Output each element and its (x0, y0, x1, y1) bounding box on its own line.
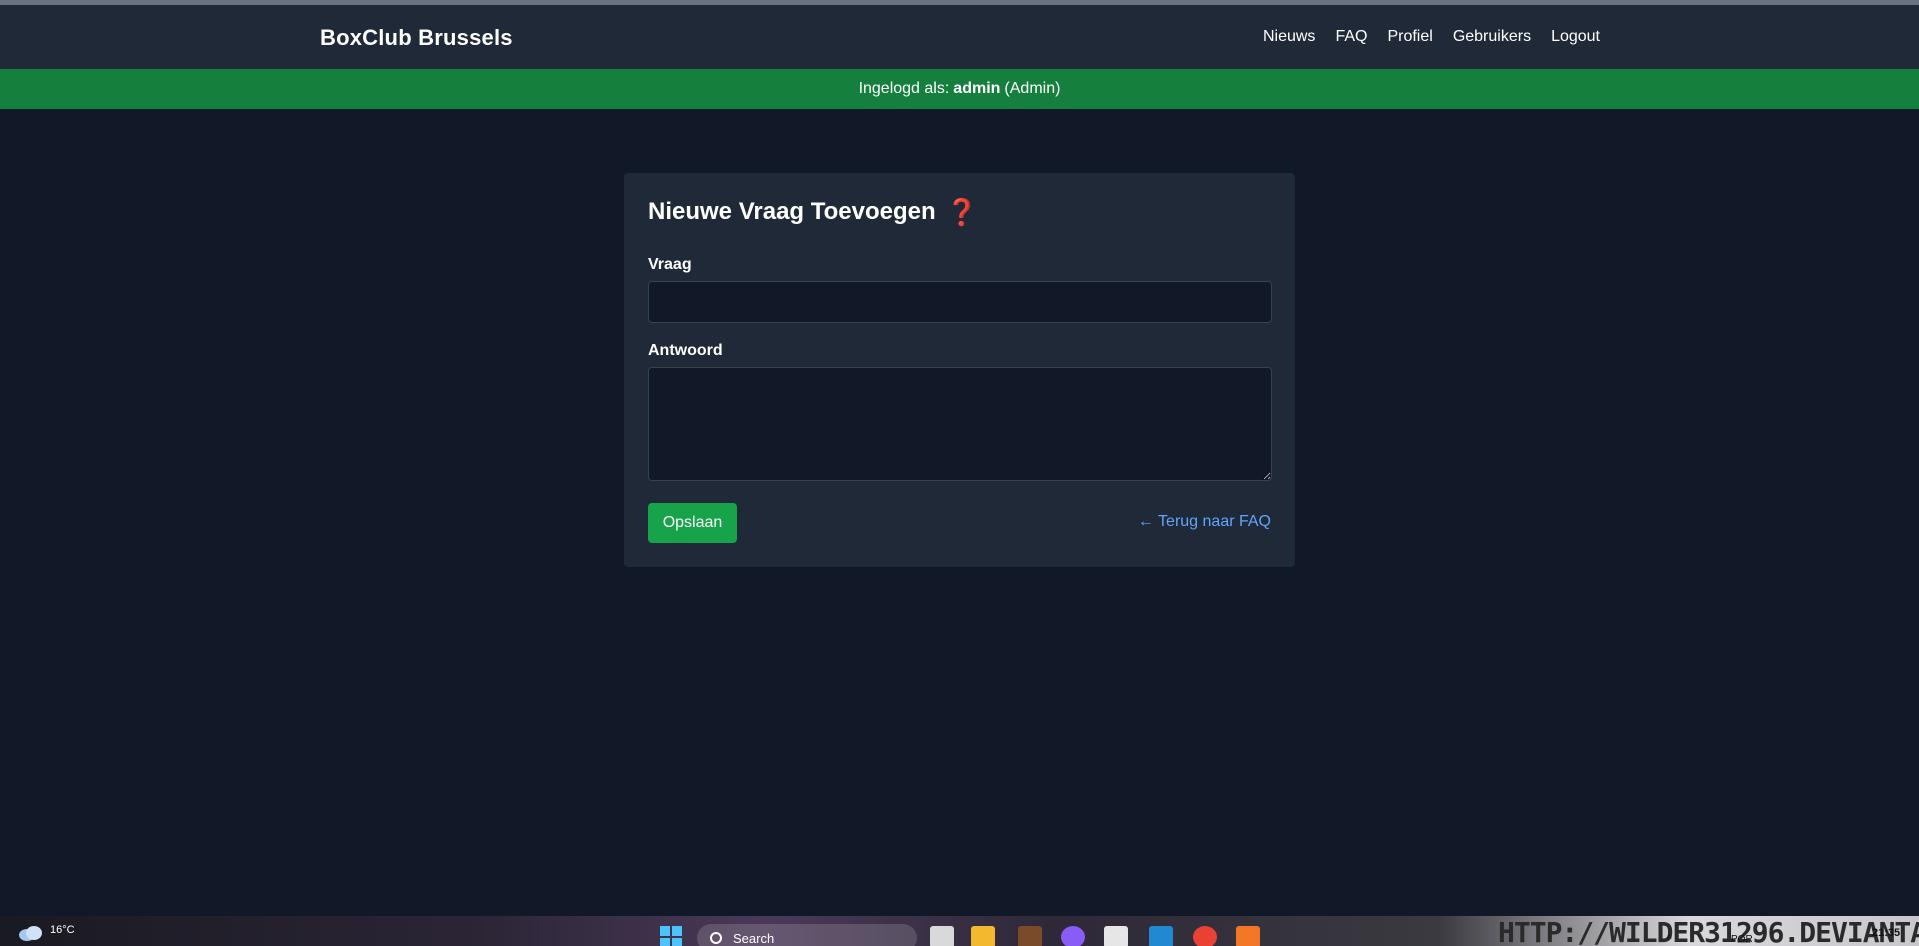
new-question-card: Nieuwe Vraag Toevoegen ❓ Vraag Antwoord … (624, 173, 1295, 567)
system-clock[interactable]: 21:35 (1872, 927, 1900, 939)
question-mark-icon: ❓ (945, 197, 979, 227)
nav-links: Nieuws FAQ Profiel Gebruikers Logout (1263, 28, 1600, 46)
nav-link-gebruikers[interactable]: Gebruikers (1453, 28, 1531, 46)
cloud-icon[interactable] (18, 924, 44, 942)
login-status-banner: Ingelogd als: admin (Admin) (0, 69, 1919, 109)
taskbar-search[interactable]: Search (697, 924, 917, 946)
question-input[interactable] (648, 281, 1272, 323)
back-to-faq-link[interactable]: ← Terug naar FAQ (1138, 513, 1271, 531)
nav-link-logout[interactable]: Logout (1551, 28, 1600, 46)
weather-temperature[interactable]: 16°C (50, 924, 75, 936)
nav-link-faq[interactable]: FAQ (1335, 28, 1367, 46)
xampp-icon[interactable] (1236, 926, 1260, 946)
answer-label: Antwoord (648, 342, 723, 359)
chevron-up-icon[interactable]: ^ (1667, 934, 1672, 945)
login-prefix: Ingelogd als: (858, 80, 950, 97)
taskbar-search-placeholder: Search (733, 931, 775, 946)
page-title: Nieuwe Vraag Toevoegen ❓ (648, 197, 1271, 227)
page-title-text: Nieuwe Vraag Toevoegen (648, 198, 936, 225)
brand-logo[interactable]: BoxClub Brussels (320, 25, 513, 51)
file-explorer-icon[interactable] (971, 926, 995, 946)
input-language[interactable]: POR (1731, 934, 1753, 945)
wallpaper-watermark: HTTP://WILDER31296.DEVIANTART.C (1498, 916, 1919, 946)
paint-icon[interactable] (1104, 926, 1128, 946)
navbar: BoxClub Brussels Nieuws FAQ Profiel Gebr… (0, 5, 1919, 69)
github-desktop-icon[interactable] (1061, 926, 1085, 946)
answer-textarea[interactable] (648, 367, 1272, 481)
nav-link-nieuws[interactable]: Nieuws (1263, 28, 1315, 46)
windows-start-icon[interactable] (660, 926, 682, 946)
nav-link-profiel[interactable]: Profiel (1387, 28, 1432, 46)
login-role: (Admin) (1004, 80, 1061, 97)
task-view-icon[interactable] (930, 926, 954, 946)
chrome-icon[interactable] (1193, 926, 1217, 946)
os-taskbar: 16°C Search HTTP://WILDER31296.DEVIANTAR… (0, 916, 1919, 946)
save-button[interactable]: Opslaan (648, 503, 737, 543)
search-icon (710, 932, 722, 944)
vscode-icon[interactable] (1149, 926, 1173, 946)
login-username: admin (953, 80, 1001, 97)
fl-studio-icon[interactable] (1018, 926, 1042, 946)
question-label: Vraag (648, 256, 692, 273)
